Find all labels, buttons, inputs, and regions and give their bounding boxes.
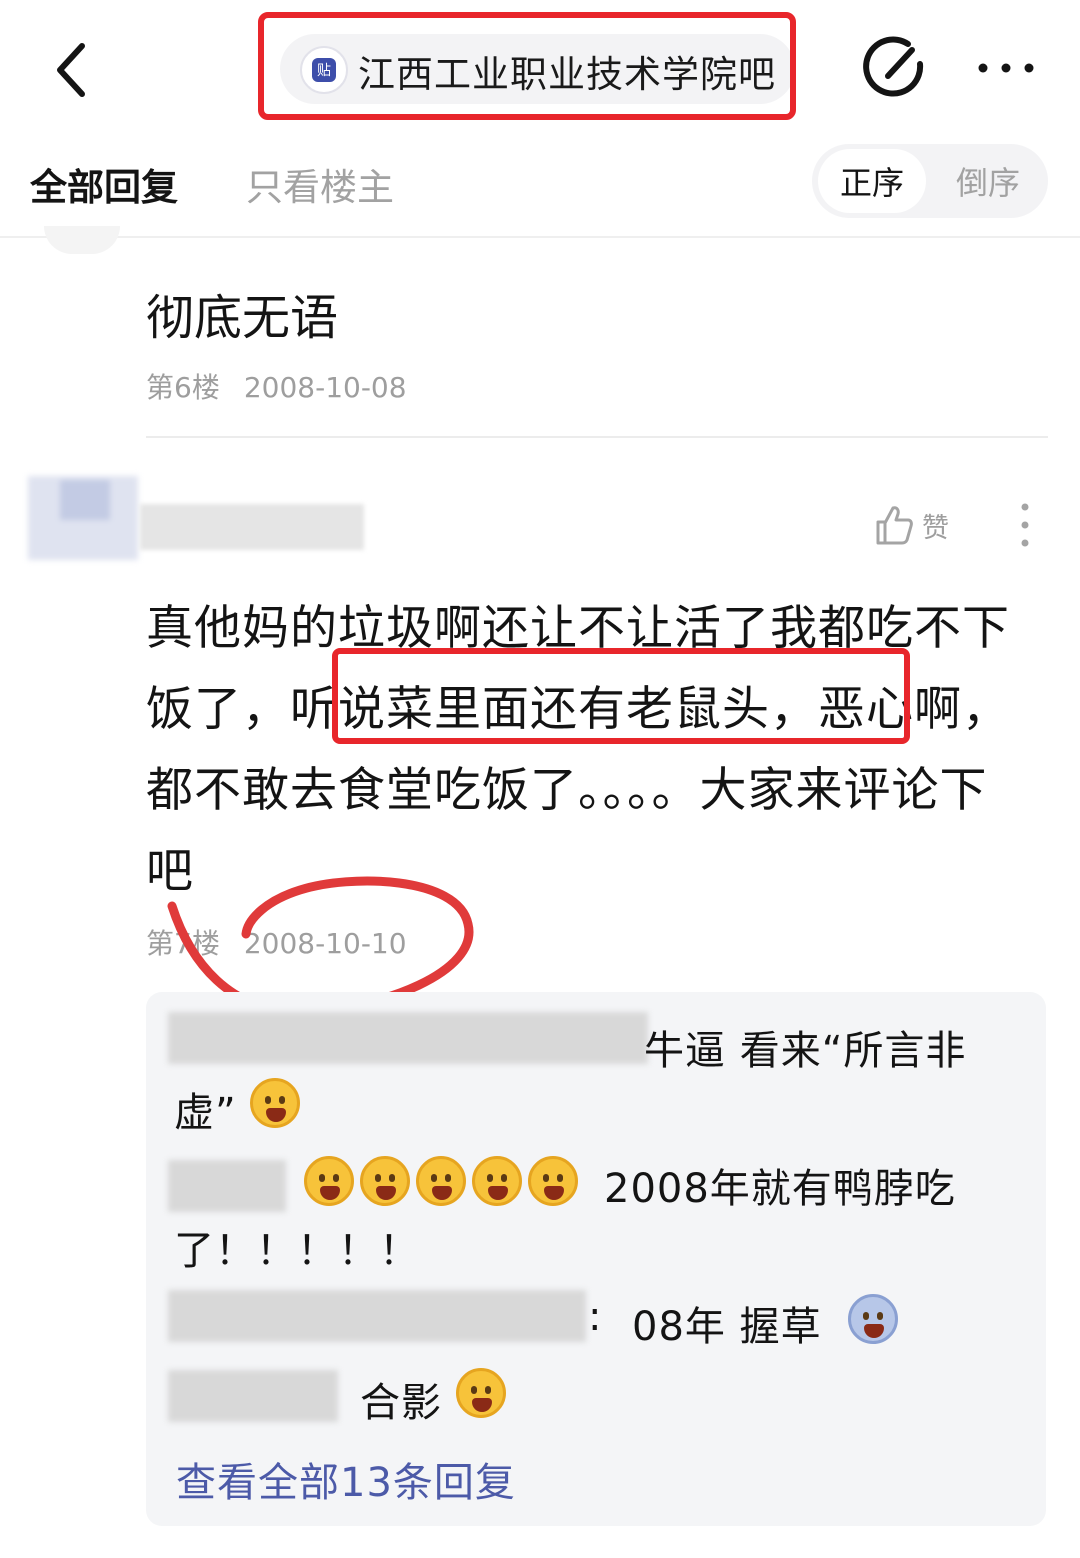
angry-face-emoji-row <box>304 1156 584 1206</box>
laughing-face-emoji <box>250 1078 306 1128</box>
reply-text: 2008年就有鸭脖吃 <box>604 1166 956 1212</box>
laughing-face-emoji <box>456 1368 512 1418</box>
top-bar: 贴 江西工业职业技术学院吧 <box>0 0 1080 132</box>
screaming-face-emoji <box>848 1294 904 1344</box>
edit-pen-icon[interactable] <box>862 36 926 100</box>
angry-face-emoji <box>416 1156 466 1206</box>
reply-text: 08年 握草 <box>632 1304 822 1350</box>
highlight-box-forum <box>258 12 796 120</box>
thumbs-up-icon <box>876 506 913 545</box>
angry-face-emoji <box>304 1156 354 1206</box>
username-blurred[interactable] <box>168 1290 586 1342</box>
post-date: 2008-10-08 <box>243 371 407 404</box>
post-meta: 第6楼 2008-10-08 <box>146 366 407 406</box>
more-dots-icon[interactable] <box>975 50 1037 86</box>
divider <box>146 436 1048 438</box>
highlight-box-text <box>332 648 910 744</box>
reply-separator: : <box>588 1294 603 1340</box>
vertical-dots-icon[interactable] <box>1008 500 1042 550</box>
reply-text: 牛逼 看来“所言非 <box>644 1028 967 1074</box>
username-blurred[interactable] <box>168 1370 338 1422</box>
like-button[interactable]: 赞 <box>874 502 949 548</box>
angry-face-emoji <box>528 1156 578 1206</box>
username-blurred[interactable] <box>140 504 364 550</box>
reply-text: 了！！！！！ <box>174 1228 420 1274</box>
sort-descending-button[interactable]: 倒序 <box>940 149 1036 213</box>
back-chevron-icon[interactable] <box>44 38 100 102</box>
tab-op-only[interactable]: 只看楼主 <box>246 157 394 211</box>
post-text: 彻底无语 <box>146 290 339 346</box>
view-all-replies-link[interactable]: 查看全部13条回复 <box>176 1450 516 1508</box>
reply-text: 合影 <box>360 1380 442 1426</box>
floor-number: 第6楼 <box>146 371 220 404</box>
avatar[interactable] <box>44 226 120 254</box>
angry-face-emoji <box>360 1156 410 1206</box>
like-label: 赞 <box>922 512 949 544</box>
tab-all-replies[interactable]: 全部回复 <box>30 157 178 211</box>
username-blurred[interactable] <box>168 1012 648 1064</box>
reply-filter-bar: 全部回复 只看楼主 正序 倒序 <box>0 132 1080 238</box>
sort-ascending-button[interactable]: 正序 <box>818 149 926 213</box>
reply-text: 虚” <box>174 1090 237 1136</box>
avatar-blurred[interactable] <box>28 476 138 560</box>
username-blurred[interactable] <box>168 1160 286 1212</box>
angry-face-emoji <box>472 1156 522 1206</box>
